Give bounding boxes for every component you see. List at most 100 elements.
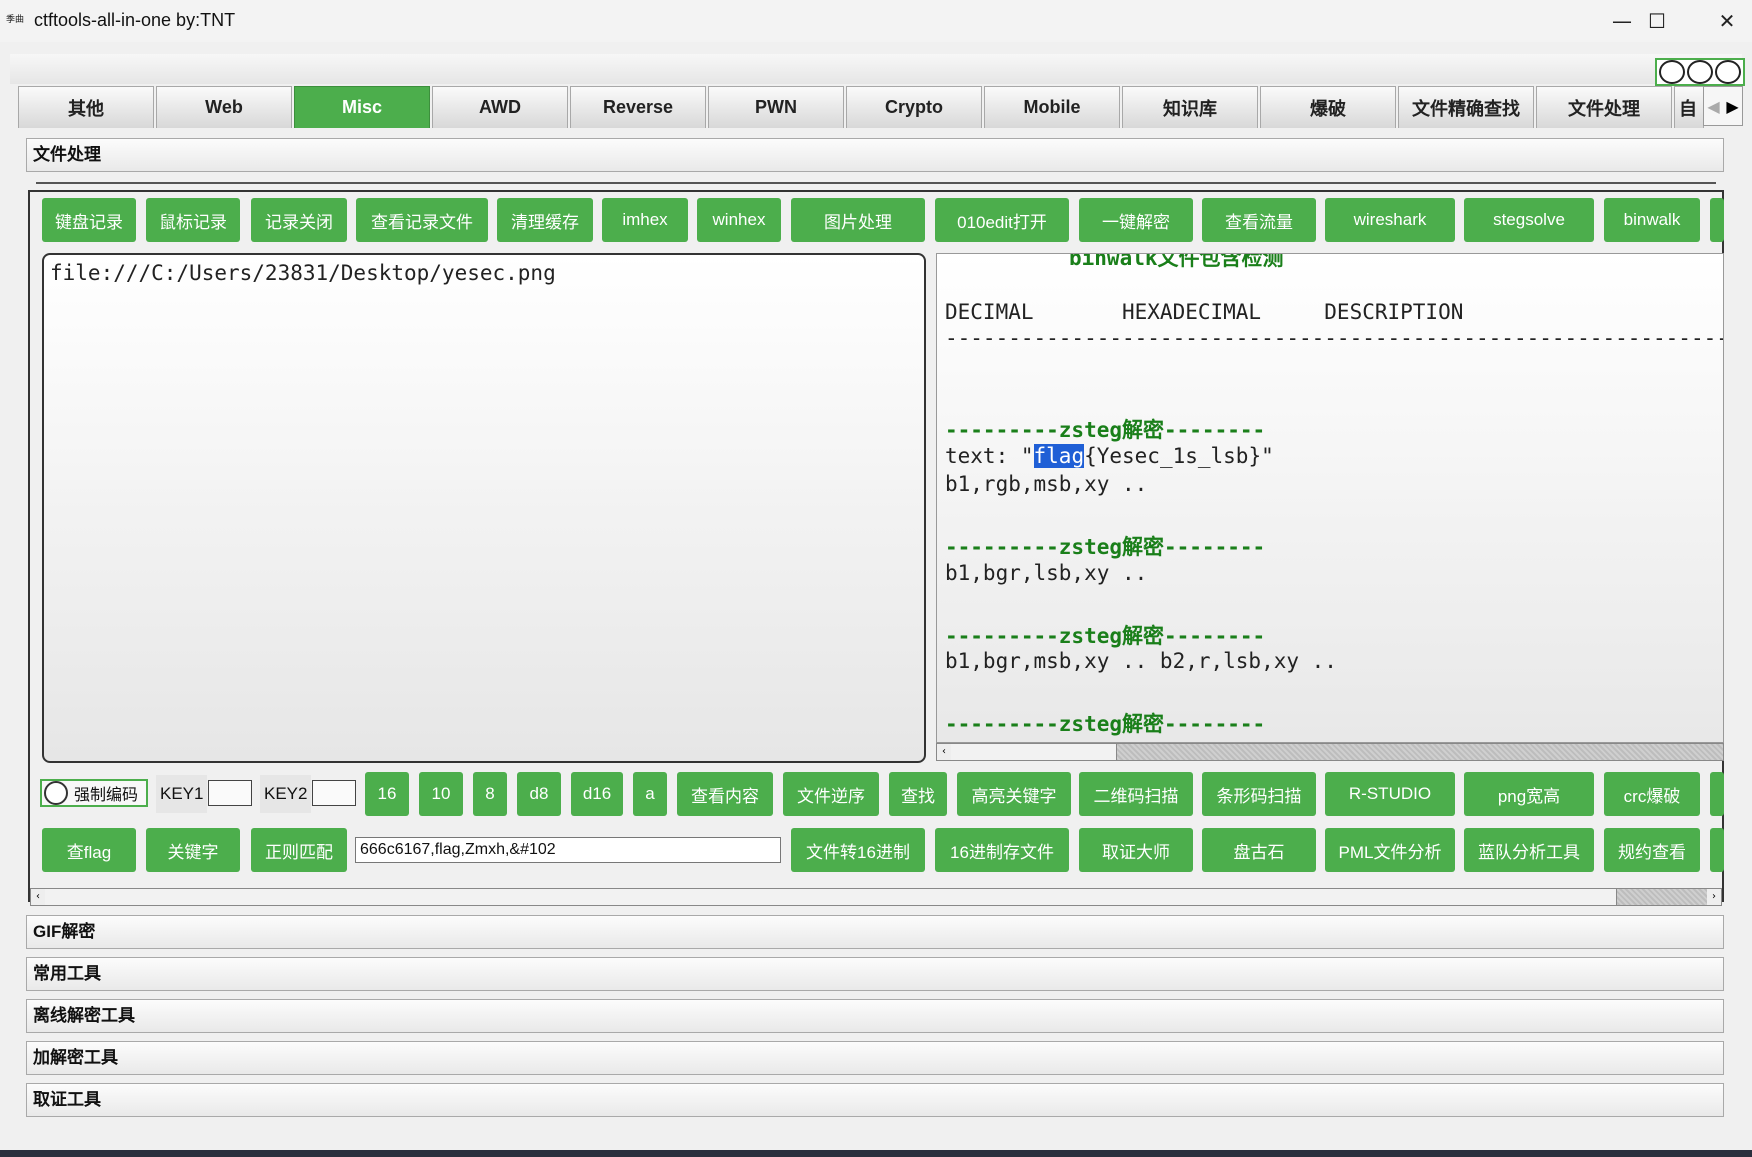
scroll-left-icon[interactable]: ‹ (937, 744, 951, 760)
wireshark-button[interactable]: wireshark (1325, 198, 1455, 242)
tab-web[interactable]: Web (156, 86, 292, 128)
barcode-scan-button[interactable]: 条形码扫描 (1202, 772, 1316, 816)
force-encode-checkbox[interactable]: 强制编码 (40, 779, 148, 807)
output-line: b1,rgb,msb,xy .. (945, 472, 1148, 496)
png-width-height-button[interactable]: png宽高 (1464, 772, 1594, 816)
reverse-file-button[interactable]: 文件逆序 (783, 772, 879, 816)
d8-button[interactable]: d8 (517, 772, 561, 816)
radio-circle[interactable] (1715, 60, 1741, 84)
tab-bruteforce[interactable]: 爆破 (1260, 86, 1396, 128)
scrollbar-thumb[interactable] (951, 744, 1117, 760)
find-button[interactable]: 查找 (889, 772, 947, 816)
scroll-left-icon[interactable]: ‹ (31, 889, 45, 905)
one-click-decrypt-button[interactable]: 一键解密 (1079, 198, 1193, 242)
flag-highlight: flag (1033, 444, 1085, 468)
view-traffic-button[interactable]: 查看流量 (1202, 198, 1316, 242)
force-encode-label: 强制编码 (74, 787, 139, 804)
tab-other[interactable]: 其他 (18, 86, 154, 128)
keyword-button[interactable]: 关键字 (146, 828, 240, 872)
overflow-button[interactable] (1710, 828, 1724, 872)
pml-analysis-button[interactable]: PML文件分析 (1325, 828, 1455, 872)
hex-save-file-button[interactable]: 16进制存文件 (935, 828, 1069, 872)
record-close-button[interactable]: 记录关闭 (251, 198, 347, 242)
clear-cache-button[interactable]: 清理缓存 (497, 198, 593, 242)
tab-scroll-right-icon[interactable]: ▶ (1723, 87, 1742, 125)
file-to-hex-button[interactable]: 文件转16进制 (791, 828, 925, 872)
tab-crypto[interactable]: Crypto (846, 86, 982, 128)
close-icon[interactable]: ✕ (1692, 0, 1752, 42)
top-strip (10, 54, 1742, 84)
winhex-button[interactable]: winhex (697, 198, 781, 242)
base8-button[interactable]: 8 (473, 772, 507, 816)
output-line: b1,bgr,msb,xy .. b2,r,lsb,xy .. (945, 649, 1337, 673)
radio-circle[interactable] (1687, 60, 1713, 84)
key1-input[interactable] (208, 780, 252, 806)
app-icon: 季曲 (6, 15, 25, 25)
tab-knowledge[interactable]: 知识库 (1122, 86, 1258, 128)
find-flag-button[interactable]: 查flag (42, 828, 136, 872)
qrcode-scan-button[interactable]: 二维码扫描 (1079, 772, 1193, 816)
tab-misc[interactable]: Misc (294, 86, 430, 128)
tab-partial[interactable]: 自 (1674, 86, 1704, 128)
protocol-view-button[interactable]: 规约查看 (1604, 828, 1700, 872)
file-path-textarea[interactable]: file:///C:/Users/23831/Desktop/yesec.png (42, 253, 926, 763)
flag-prefix: text: " (945, 444, 1034, 468)
highlight-keyword-button[interactable]: 高亮关键字 (957, 772, 1071, 816)
view-content-button[interactable]: 查看内容 (677, 772, 773, 816)
d16-button[interactable]: d16 (571, 772, 623, 816)
key2-input[interactable] (312, 780, 356, 806)
overflow-button[interactable] (1710, 198, 1724, 242)
tab-mobile[interactable]: Mobile (984, 86, 1120, 128)
output-partial-title: binwalk文件包含检测 (1069, 253, 1284, 270)
tab-reverse[interactable]: Reverse (570, 86, 706, 128)
section-forensics-tools[interactable]: 取证工具 (26, 1083, 1724, 1117)
rstudio-button[interactable]: R-STUDIO (1325, 772, 1455, 816)
scrollbar-thumb[interactable] (45, 889, 1617, 905)
tab-pwn[interactable]: PWN (708, 86, 844, 128)
tab-file-processing[interactable]: 文件处理 (1536, 86, 1672, 128)
pangushi-button[interactable]: 盘古石 (1202, 828, 1316, 872)
section-crypto-tools[interactable]: 加解密工具 (26, 1041, 1724, 1075)
tab-scroll: ◀ ▶ (1703, 86, 1743, 126)
flag-rest: {Yesec_1s_lsb}" (1084, 444, 1274, 468)
overflow-button[interactable] (1710, 772, 1724, 816)
maximize-icon[interactable]: ☐ (1622, 0, 1692, 42)
output-rule: ----------------------------------------… (945, 326, 1723, 350)
radio-circle[interactable] (1659, 60, 1685, 84)
crc-bruteforce-button[interactable]: crc爆破 (1604, 772, 1700, 816)
tab-scroll-left-icon[interactable]: ◀ (1704, 87, 1723, 125)
checkbox-circle[interactable] (44, 781, 68, 805)
section-gif-decrypt[interactable]: GIF解密 (26, 915, 1724, 949)
a-button[interactable]: a (633, 772, 667, 816)
panel-hscrollbar[interactable]: ‹ › (30, 888, 1722, 906)
base16-button[interactable]: 16 (365, 772, 409, 816)
output-hscrollbar[interactable]: ‹ (936, 743, 1724, 761)
section-file-processing[interactable]: 文件处理 (26, 138, 1724, 172)
section-divider (36, 182, 1716, 184)
tab-awd[interactable]: AWD (432, 86, 568, 128)
scroll-right-icon[interactable]: › (1707, 889, 1721, 905)
view-record-file-button[interactable]: 查看记录文件 (356, 198, 488, 242)
zsteg-title: ---------zsteg解密-------- (945, 535, 1266, 559)
output-header: DECIMAL HEXADECIMAL DESCRIPTION (945, 300, 1464, 324)
tab-file-search[interactable]: 文件精确查找 (1398, 86, 1534, 128)
regex-match-button[interactable]: 正则匹配 (251, 828, 347, 872)
image-processing-button[interactable]: 图片处理 (791, 198, 925, 242)
open-010edit-button[interactable]: 010edit打开 (935, 198, 1069, 242)
taskbar (0, 1150, 1752, 1157)
stegsolve-button[interactable]: stegsolve (1464, 198, 1594, 242)
binwalk-button[interactable]: binwalk (1604, 198, 1700, 242)
window-title: ctftools-all-in-one by:TNT (34, 10, 236, 30)
keyboard-record-button[interactable]: 键盘记录 (42, 198, 136, 242)
section-offline-decrypt[interactable]: 离线解密工具 (26, 999, 1724, 1033)
output-textarea[interactable]: binwalk文件包含检测 DECIMAL HEXADECIMAL DESCRI… (936, 253, 1724, 743)
output-line: b1,bgr,lsb,xy .. (945, 561, 1148, 585)
mouse-record-button[interactable]: 鼠标记录 (146, 198, 240, 242)
blue-team-tools-button[interactable]: 蓝队分析工具 (1464, 828, 1594, 872)
search-keywords-input[interactable]: 666c6167,flag,Zmxh,&#102 (355, 837, 781, 863)
base10-button[interactable]: 10 (419, 772, 463, 816)
imhex-button[interactable]: imhex (602, 198, 688, 242)
section-common-tools[interactable]: 常用工具 (26, 957, 1724, 991)
zsteg-title: ---------zsteg解密-------- (945, 624, 1266, 648)
forensics-master-button[interactable]: 取证大师 (1079, 828, 1193, 872)
